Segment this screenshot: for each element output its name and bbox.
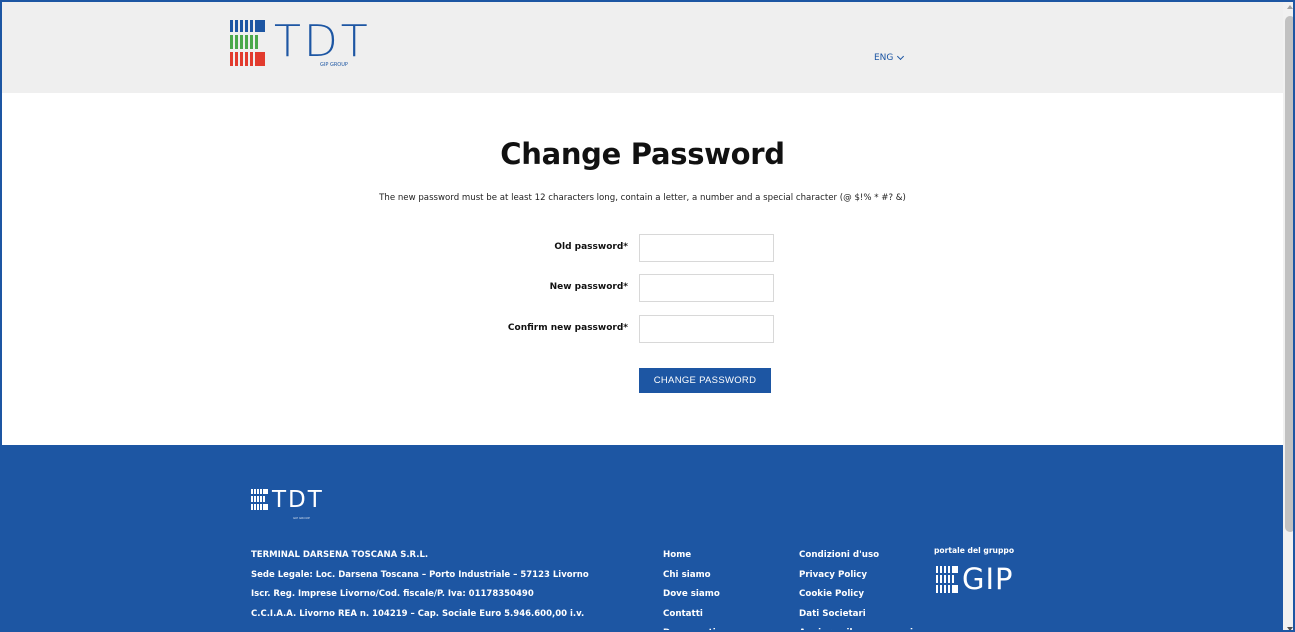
page-title: Change Password [500, 137, 785, 171]
address-line: Iscr. Reg. Imprese Livorno/Cod. fiscale/… [251, 589, 534, 599]
footer-link-condizioni-uso[interactable]: Condizioni d'uso [799, 546, 913, 566]
footer-link-cookie-policy[interactable]: Cookie Policy [799, 585, 913, 605]
new-password-row: New password* [2, 274, 1283, 302]
gip-logo-mark-icon [936, 566, 960, 593]
page-frame: TDT GIP GROUP ENG Change Password The ne… [0, 0, 1295, 632]
footer-logo-wordmark: TDT [272, 487, 324, 513]
change-password-button[interactable]: CHANGE PASSWORD [639, 368, 771, 393]
group-portal-label: portale del gruppo [934, 546, 1015, 555]
footer-link-contatti[interactable]: Contatti [663, 605, 720, 625]
footer-link-home[interactable]: Home [663, 546, 720, 566]
footer-logo-mark-icon [251, 489, 269, 511]
footer-legal-nav: Condizioni d'uso Privacy Policy Cookie P… [799, 546, 913, 630]
old-password-label: Old password* [554, 242, 628, 252]
company-address: TERMINAL DARSENA TOSCANA S.R.L. Sede Leg… [251, 546, 589, 624]
confirm-password-label: Confirm new password* [507, 323, 628, 333]
new-password-input[interactable] [639, 274, 774, 302]
footer-logo-subtext: GIP GROUP [293, 516, 310, 520]
language-selector[interactable]: ENG [874, 52, 905, 63]
scrollbar-thumb[interactable] [1285, 16, 1293, 532]
logo-wordmark: TDT [274, 16, 371, 67]
footer-nav: Home Chi siamo Dove siamo Contatti Docum… [663, 546, 720, 630]
confirm-password-row: Confirm new password* [2, 315, 1283, 343]
footer-link-privacy-policy[interactable]: Privacy Policy [799, 566, 913, 586]
footer-link-dove-siamo[interactable]: Dove siamo [663, 585, 720, 605]
chevron-down-icon [897, 52, 905, 61]
language-label: ENG [874, 53, 894, 63]
footer-link-documenti[interactable]: Documenti [663, 624, 720, 630]
tdt-logo-text: TDT [274, 16, 371, 67]
scroll-up-arrow-icon[interactable] [1287, 5, 1293, 9]
page-scrollbar[interactable] [1283, 2, 1293, 630]
new-password-label: New password* [549, 282, 628, 292]
footer-tdt-logo[interactable]: TDT GIP GROUP [251, 487, 324, 520]
address-line: Sede Legale: Loc. Darsena Toscana – Port… [251, 569, 589, 580]
confirm-password-input[interactable] [639, 315, 774, 343]
tdt-logo[interactable]: TDT [230, 20, 371, 67]
footer-link-consenso[interactable]: Aggiorna il consenso ai [799, 624, 913, 630]
password-requirements: The new password must be at least 12 cha… [379, 193, 906, 203]
footer-link-dati-societari[interactable]: Dati Societari [799, 605, 913, 625]
logo-subtext: GIP GROUP [320, 62, 348, 68]
address-line: C.C.I.A.A. Livorno REA n. 104219 – Cap. … [251, 608, 585, 619]
company-name: TERMINAL DARSENA TOSCANA S.R.L. [251, 550, 429, 560]
gip-logo-wordmark: GIP [962, 562, 1014, 596]
site-footer: TDT GIP GROUP TERMINAL DARSENA TOSCANA S… [2, 445, 1283, 630]
gip-logo[interactable]: GIP [936, 562, 1014, 596]
tdt-logo-mark-icon [230, 20, 268, 67]
footer-link-chi-siamo[interactable]: Chi siamo [663, 566, 720, 586]
old-password-input[interactable] [639, 234, 774, 262]
scroll-down-arrow-icon[interactable] [1287, 627, 1293, 630]
old-password-row: Old password* [2, 234, 1283, 262]
site-header: TDT GIP GROUP ENG [2, 2, 1283, 93]
